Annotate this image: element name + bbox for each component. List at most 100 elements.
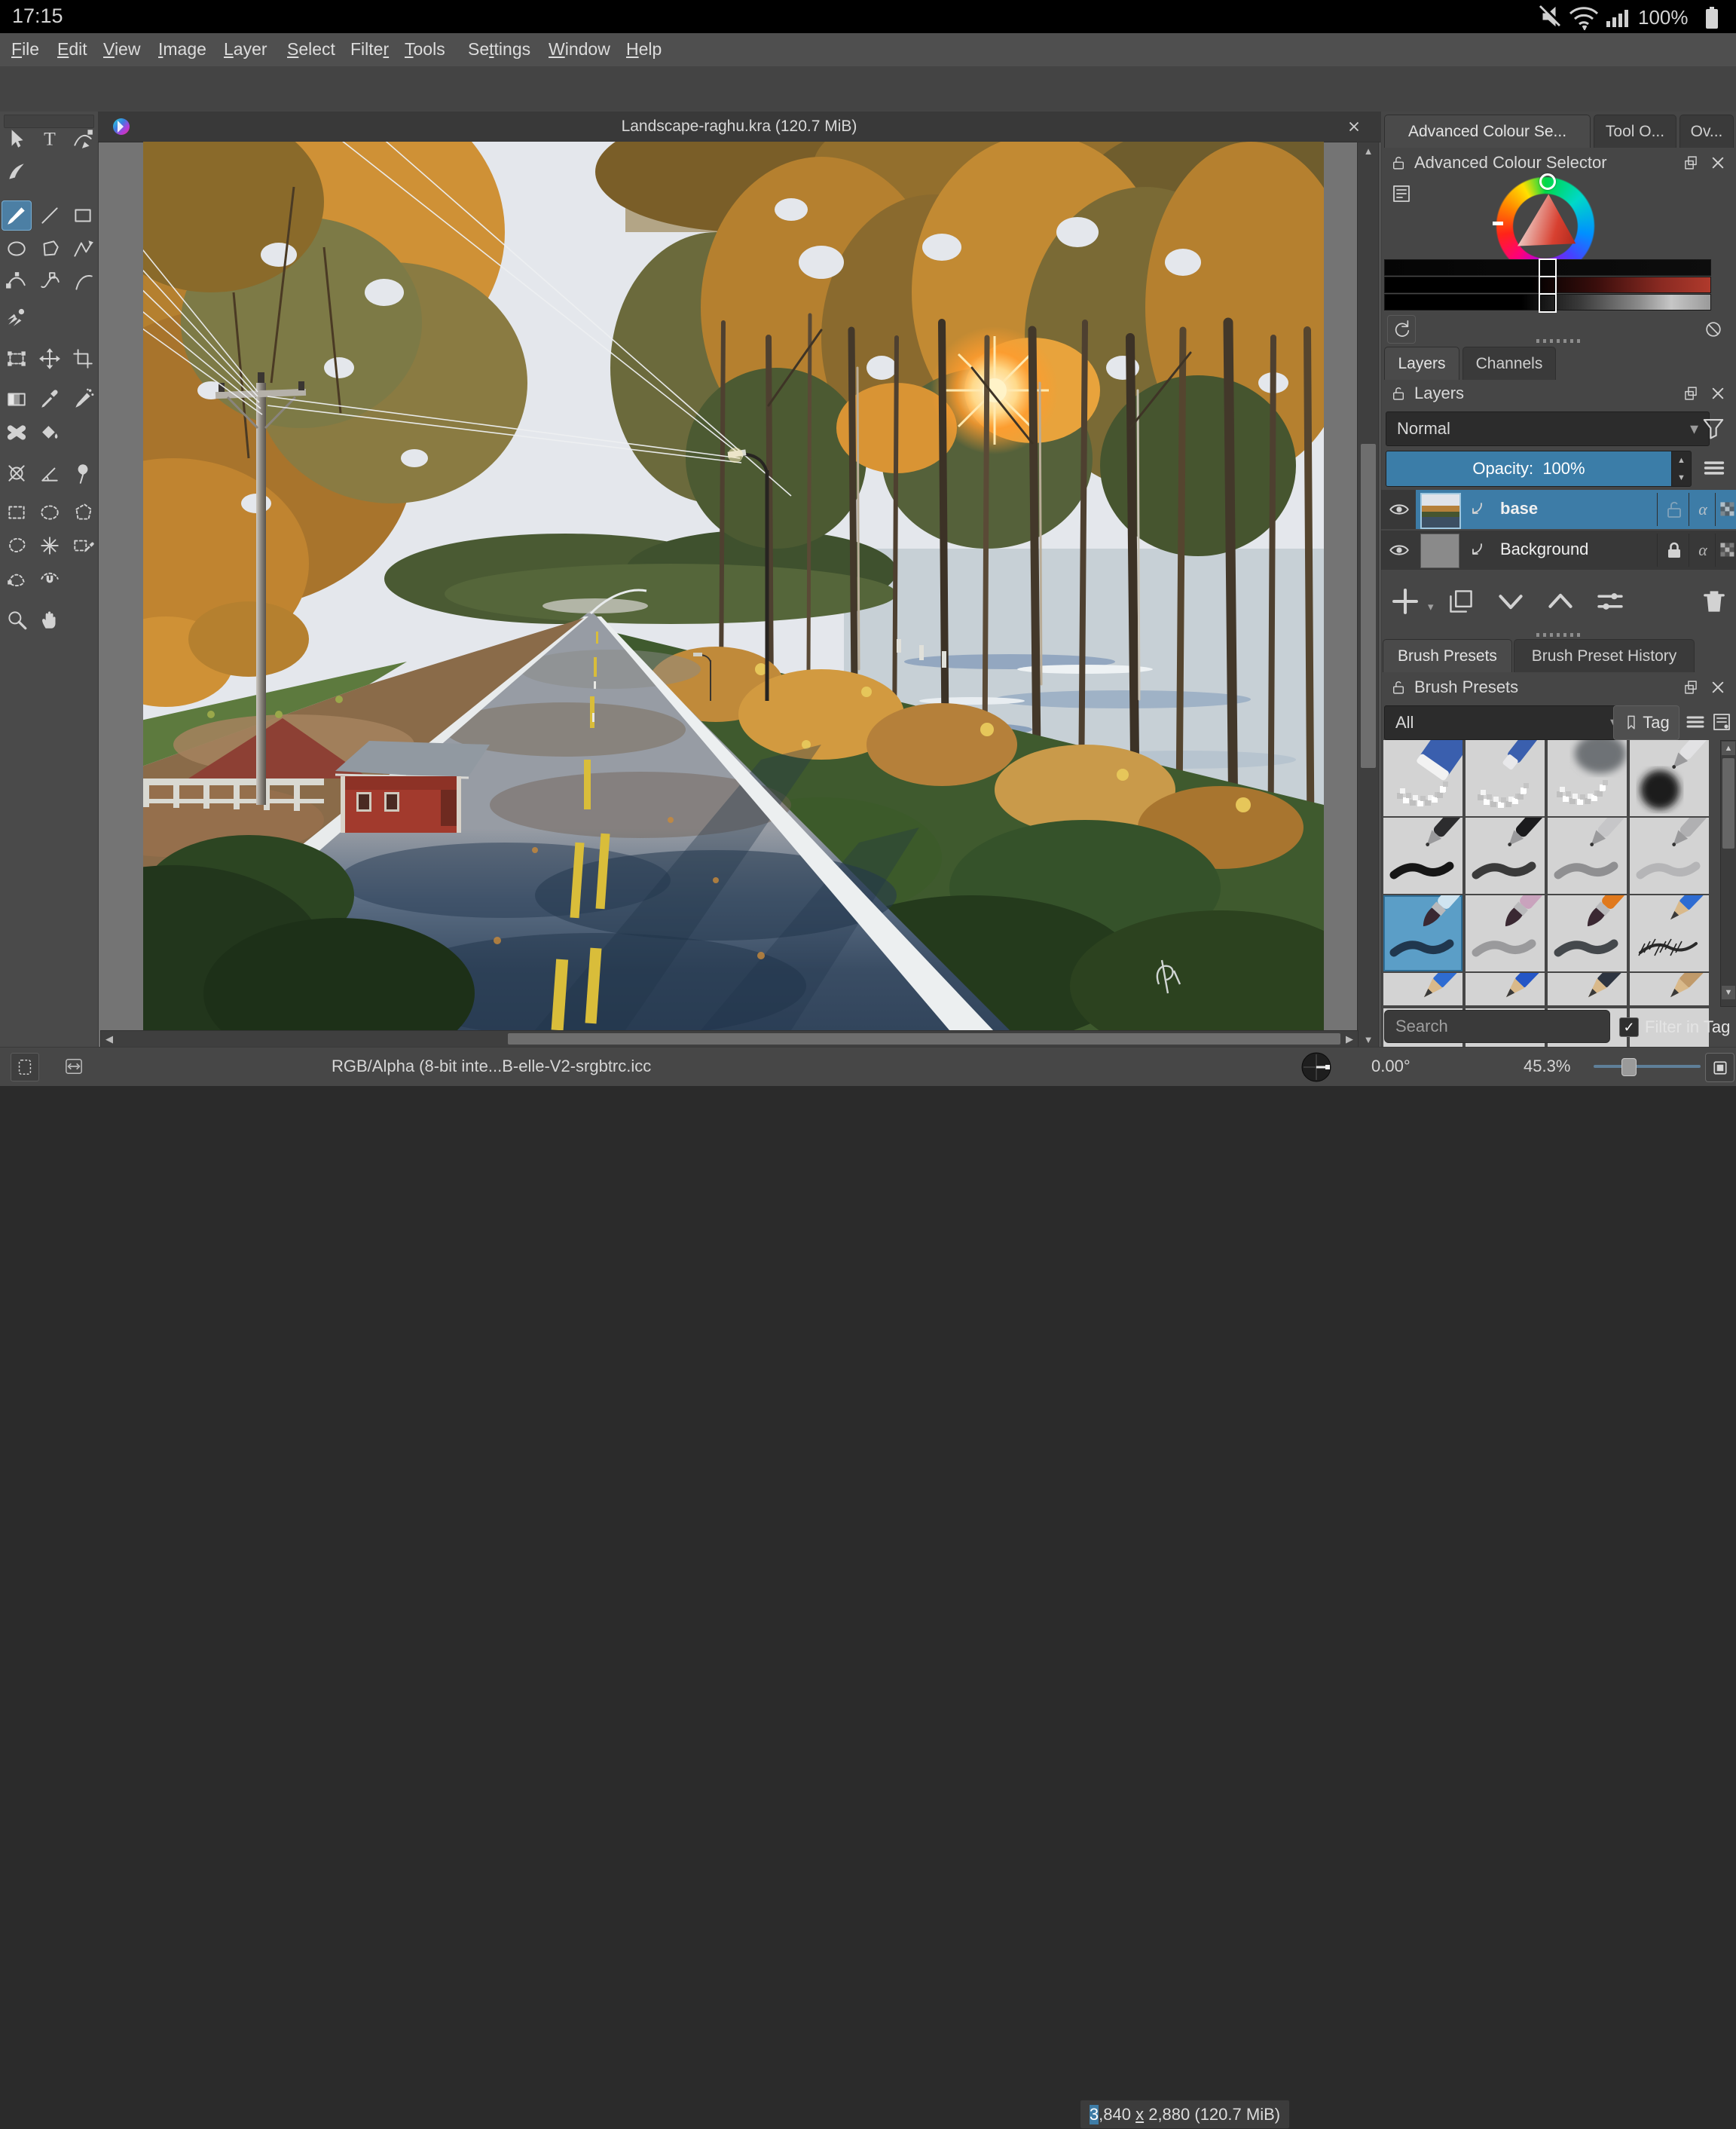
tool-ellipse[interactable] bbox=[2, 234, 32, 264]
menu-item-image[interactable]: Image bbox=[158, 39, 206, 60]
rotation-dial[interactable] bbox=[1300, 1051, 1332, 1083]
tool-bezier-select[interactable] bbox=[2, 564, 32, 594]
tool-move[interactable] bbox=[35, 344, 65, 374]
tool-rectangle[interactable] bbox=[68, 200, 98, 231]
tool-polygon[interactable] bbox=[35, 234, 65, 264]
layer-row-base[interactable]: base α bbox=[1381, 490, 1736, 529]
scroll-down-icon[interactable]: ▼ bbox=[1358, 1032, 1379, 1046]
document-size-field[interactable]: 3,840 x 2,880 (120.7 MiB) bbox=[1080, 2100, 1290, 2129]
brush-scroll-down-icon[interactable]: ▼ bbox=[1722, 986, 1735, 999]
layer-blending-mode-dropdown[interactable]: Normal ▾ bbox=[1386, 411, 1710, 446]
layer-visibility-eye-icon[interactable] bbox=[1387, 538, 1411, 562]
float-docker-icon[interactable] bbox=[1683, 154, 1699, 171]
brush-preset-8[interactable] bbox=[1630, 818, 1709, 894]
tool-edit-shapes[interactable] bbox=[68, 124, 98, 154]
menu-item-filter[interactable]: Filter bbox=[350, 39, 389, 60]
layer-thumbnail[interactable] bbox=[1420, 493, 1461, 529]
tool-magnetic-select[interactable] bbox=[35, 564, 65, 594]
tool-measure[interactable] bbox=[35, 458, 65, 488]
scroll-left-icon[interactable]: ◀ bbox=[102, 1031, 116, 1047]
tool-bezier-curve[interactable] bbox=[2, 267, 32, 297]
filter-in-tag-checkbox[interactable]: ✓ Filter in Tag bbox=[1619, 1013, 1730, 1042]
close-docker-icon[interactable] bbox=[1710, 679, 1726, 696]
canvas-painting[interactable] bbox=[143, 142, 1324, 1030]
tool-reference-images[interactable] bbox=[68, 458, 98, 488]
add-layer-caret-icon[interactable]: ▾ bbox=[1428, 600, 1434, 613]
tool-transform[interactable] bbox=[2, 344, 32, 374]
scroll-right-icon[interactable]: ▶ bbox=[1343, 1031, 1356, 1047]
tool-freehand-brush-selected[interactable] bbox=[2, 200, 32, 231]
move-layer-up-button[interactable] bbox=[1544, 585, 1577, 618]
splitter-handle-2[interactable] bbox=[1536, 633, 1582, 637]
tool-fill[interactable] bbox=[35, 418, 65, 448]
brush-preset-4[interactable] bbox=[1630, 740, 1709, 816]
menu-item-help[interactable]: Help bbox=[626, 39, 662, 60]
menu-item-window[interactable]: Window bbox=[549, 39, 610, 60]
brush-search-input[interactable]: Search bbox=[1384, 1010, 1610, 1043]
brush-preset-12[interactable] bbox=[1630, 895, 1709, 971]
tool-line[interactable] bbox=[35, 200, 65, 231]
tag-button[interactable]: Tag bbox=[1613, 705, 1679, 740]
layer-alpha-icon[interactable]: α bbox=[1692, 538, 1714, 562]
delete-layer-button[interactable] bbox=[1698, 585, 1731, 618]
tool-polyline[interactable] bbox=[68, 234, 98, 264]
tool-smart-patch[interactable] bbox=[2, 418, 32, 448]
tab-advanced-colour-se-[interactable]: Advanced Colour Se... bbox=[1384, 115, 1591, 148]
canvas-only-mode-button[interactable] bbox=[1705, 1053, 1734, 1082]
tool-zoom[interactable] bbox=[2, 604, 32, 635]
zoom-slider[interactable] bbox=[1594, 1058, 1701, 1076]
tool-calligraphy[interactable] bbox=[2, 157, 32, 187]
docker-lock-icon[interactable] bbox=[1390, 154, 1407, 171]
tool-freehand-path[interactable] bbox=[35, 267, 65, 297]
selection-display-mode-button[interactable] bbox=[11, 1053, 39, 1081]
tool-gradient[interactable] bbox=[2, 384, 32, 414]
tool-multibrush[interactable] bbox=[2, 301, 32, 332]
tool-arc[interactable] bbox=[68, 267, 98, 297]
brush-preset-11[interactable] bbox=[1548, 895, 1627, 971]
brush-preset-1[interactable] bbox=[1383, 740, 1462, 816]
menu-item-settings[interactable]: Settings bbox=[468, 39, 530, 60]
tool-rect-select[interactable] bbox=[2, 497, 32, 528]
tool-crop[interactable] bbox=[68, 344, 98, 374]
close-docker-icon[interactable] bbox=[1710, 154, 1726, 171]
brush-scroll-thumb[interactable] bbox=[1722, 758, 1734, 849]
layer-inherit-alpha-icon[interactable] bbox=[1717, 499, 1736, 518]
menu-item-edit[interactable]: Edit bbox=[57, 39, 87, 60]
clear-color-history-icon[interactable] bbox=[1702, 318, 1725, 341]
splitter-handle[interactable] bbox=[1536, 339, 1582, 343]
scroll-up-icon[interactable]: ▲ bbox=[1358, 144, 1379, 158]
layer-options-burger-icon[interactable] bbox=[1698, 452, 1731, 484]
menu-item-view[interactable]: View bbox=[103, 39, 140, 60]
menu-item-tools[interactable]: Tools bbox=[405, 39, 445, 60]
tab-ov-[interactable]: Ov... bbox=[1679, 115, 1734, 148]
color-history-refresh-button[interactable] bbox=[1387, 315, 1416, 344]
brush-preset-10[interactable] bbox=[1466, 895, 1545, 971]
pan-mode-icon[interactable] bbox=[63, 1057, 84, 1076]
tool-contiguous-select[interactable] bbox=[68, 531, 98, 561]
layer-inherit-alpha-icon[interactable] bbox=[1717, 540, 1736, 559]
tool-pattern-edit[interactable] bbox=[68, 384, 98, 414]
acs-settings-icon[interactable] bbox=[1389, 181, 1414, 206]
docker-lock-icon[interactable] bbox=[1390, 385, 1407, 402]
tab-channels[interactable]: Channels bbox=[1462, 347, 1556, 380]
tool-freehand-select[interactable] bbox=[2, 531, 32, 561]
hscroll-thumb[interactable] bbox=[508, 1033, 1340, 1045]
menu-item-file[interactable]: File bbox=[11, 39, 39, 60]
move-layer-down-button[interactable] bbox=[1494, 585, 1527, 618]
brush-view-detail-icon[interactable] bbox=[1710, 705, 1734, 739]
document-titlebar[interactable]: Landscape-raghu.kra (120.7 MiB) bbox=[98, 112, 1380, 142]
layer-name[interactable]: Background bbox=[1500, 540, 1588, 559]
layer-alpha-icon[interactable]: α bbox=[1692, 497, 1714, 522]
brush-preset-3[interactable] bbox=[1548, 740, 1627, 816]
layer-visibility-eye-icon[interactable] bbox=[1387, 497, 1411, 522]
brush-preset-9-selected[interactable] bbox=[1383, 895, 1462, 971]
float-docker-icon[interactable] bbox=[1683, 385, 1699, 402]
menu-item-layer[interactable]: Layer bbox=[224, 39, 267, 60]
tab-brush-preset-history[interactable]: Brush Preset History bbox=[1514, 639, 1695, 672]
brush-preset-6[interactable] bbox=[1466, 818, 1545, 894]
docker-lock-icon[interactable] bbox=[1390, 679, 1407, 696]
layer-opacity-slider[interactable]: Opacity: 100% ▲ ▼ bbox=[1386, 451, 1692, 487]
vscroll-thumb[interactable] bbox=[1361, 444, 1376, 768]
tool-pan[interactable] bbox=[35, 604, 65, 635]
layer-filter-icon[interactable] bbox=[1696, 411, 1731, 445]
